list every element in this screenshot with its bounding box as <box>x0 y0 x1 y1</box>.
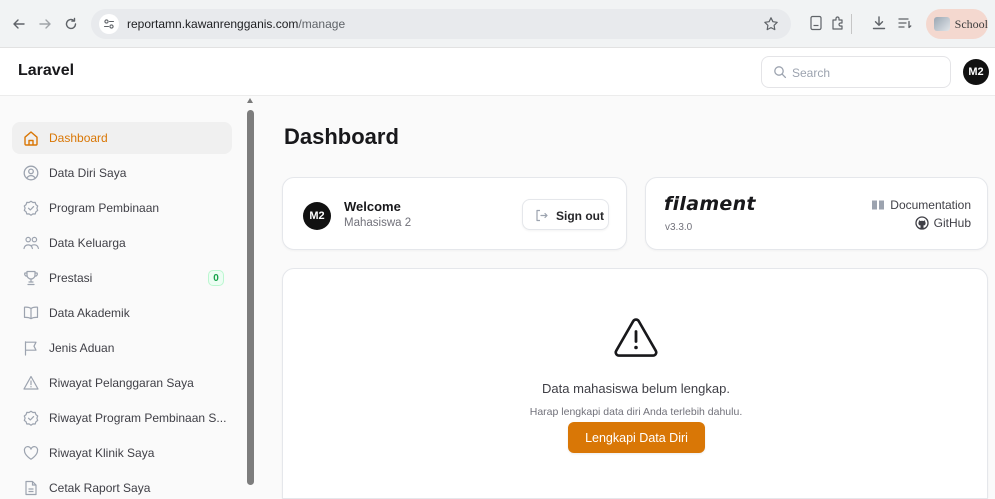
count-badge: 0 <box>208 270 224 286</box>
sidebar-item-label: Data Diri Saya <box>49 166 127 180</box>
user-menu-avatar[interactable]: M2 <box>963 59 989 85</box>
toolbar-divider <box>851 14 852 34</box>
avatar: M2 <box>303 202 331 230</box>
documentation-label: Documentation <box>890 198 971 212</box>
filament-version: v3.3.0 <box>665 222 693 233</box>
sidebar-item-label: Program Pembinaan <box>49 201 160 215</box>
sidebar: Dashboard Data Diri Saya Program Pembina… <box>0 96 258 499</box>
url-host: reportamn.kawanrengganis.com <box>127 17 299 31</box>
search-input[interactable] <box>792 63 942 83</box>
trophy-icon <box>22 269 40 287</box>
complete-profile-button[interactable]: Lengkapi Data Diri <box>568 422 705 453</box>
forward-icon[interactable] <box>36 15 54 33</box>
sidebar-item-label: Data Akademik <box>49 306 130 320</box>
incomplete-data-notice: Data mahasiswa belum lengkap. Harap leng… <box>282 268 988 499</box>
site-settings-icon[interactable] <box>99 14 119 34</box>
sidebar-item-label: Riwayat Program Pembinaan S... <box>49 411 227 425</box>
sidebar-item-dashboard[interactable]: Dashboard <box>12 122 232 154</box>
user-circle-icon <box>22 164 40 182</box>
sidebar-item-label: Jenis Aduan <box>49 341 115 355</box>
sidebar-scrollbar[interactable] <box>245 96 257 499</box>
app-topbar: Laravel M2 <box>0 48 995 96</box>
badge-check-icon <box>22 199 40 217</box>
sidebar-item-data-diri-saya[interactable]: Data Diri Saya <box>12 157 232 189</box>
sidebar-item-label: Prestasi <box>49 271 93 285</box>
warning-icon <box>612 316 660 360</box>
user-name: Mahasiswa 2 <box>344 217 412 229</box>
reload-icon[interactable] <box>62 15 80 33</box>
badge-check-icon <box>22 409 40 427</box>
sidebar-item-data-akademik[interactable]: Data Akademik <box>12 297 232 329</box>
sidebar-item-program-pembinaan[interactable]: Program Pembinaan <box>12 192 232 224</box>
scrollbar-thumb[interactable] <box>247 110 254 485</box>
filament-info-widget: filament v3.3.0 Documentation GitHub <box>645 177 988 250</box>
sidebar-item-data-keluarga[interactable]: Data Keluarga <box>12 227 232 259</box>
heart-icon <box>22 444 40 462</box>
page-title: Dashboard <box>284 124 399 149</box>
github-icon <box>914 216 929 230</box>
sidebar-item-prestasi[interactable]: Prestasi 0 <box>12 262 232 294</box>
home-icon <box>22 129 40 147</box>
notice-title: Data mahasiswa belum lengkap. <box>542 381 730 396</box>
welcome-title: Welcome <box>344 199 401 214</box>
github-label: GitHub <box>933 216 971 230</box>
scroll-up-arrow-icon[interactable] <box>247 98 253 103</box>
bookmark-star-icon[interactable] <box>763 16 779 32</box>
sidebar-item-label: Cetak Raport Saya <box>49 481 151 495</box>
download-icon[interactable] <box>870 14 888 32</box>
filament-logo[interactable]: filament <box>664 193 756 215</box>
sidebar-item-label: Dashboard <box>49 131 108 145</box>
document-icon <box>22 479 40 497</box>
sign-out-label: Sign out <box>556 209 604 223</box>
documentation-link[interactable]: Documentation <box>871 198 971 212</box>
warning-icon <box>22 374 40 392</box>
sidebar-item-riwayat-klinik-saya[interactable]: Riwayat Klinik Saya <box>12 437 232 469</box>
sidebar-item-label: Data Keluarga <box>49 236 126 250</box>
sidebar-item-label: Riwayat Pelanggaran Saya <box>49 376 194 390</box>
address-bar[interactable]: reportamn.kawanrengganis.com/manage <box>91 9 791 39</box>
sidebar-item-riwayat-pelanggaran-saya[interactable]: Riwayat Pelanggaran Saya <box>12 367 232 399</box>
profile-avatar-icon <box>934 17 950 31</box>
book-open-icon <box>22 304 40 322</box>
profile-button[interactable]: School <box>926 9 988 39</box>
sign-out-icon <box>534 208 549 223</box>
sign-out-button[interactable]: Sign out <box>522 199 609 230</box>
github-link[interactable]: GitHub <box>914 216 971 230</box>
browser-toolbar: reportamn.kawanrengganis.com/manage Scho… <box>0 0 995 48</box>
tab-search-icon[interactable] <box>896 14 914 32</box>
users-icon <box>22 234 40 252</box>
reading-mode-icon[interactable] <box>807 14 825 32</box>
extensions-icon[interactable] <box>829 14 847 32</box>
flag-icon <box>22 339 40 357</box>
profile-label: School <box>954 16 988 31</box>
back-icon[interactable] <box>10 15 28 33</box>
welcome-widget: M2 Welcome Mahasiswa 2 Sign out <box>282 177 627 250</box>
url-path: /manage <box>298 17 346 31</box>
notice-subtitle: Harap lengkapi data diri Anda terlebih d… <box>529 406 743 418</box>
sidebar-item-cetak-raport-saya[interactable]: Cetak Raport Saya <box>12 472 232 499</box>
sidebar-item-riwayat-program-pembinaan[interactable]: Riwayat Program Pembinaan S... <box>12 402 232 434</box>
brand-logo[interactable]: Laravel <box>18 62 74 80</box>
sidebar-item-jenis-aduan[interactable]: Jenis Aduan <box>12 332 232 364</box>
book-icon <box>871 199 885 211</box>
global-search[interactable] <box>761 56 951 88</box>
url-text: reportamn.kawanrengganis.com/manage <box>127 17 345 31</box>
search-icon <box>773 65 787 79</box>
sidebar-item-label: Riwayat Klinik Saya <box>49 446 155 460</box>
